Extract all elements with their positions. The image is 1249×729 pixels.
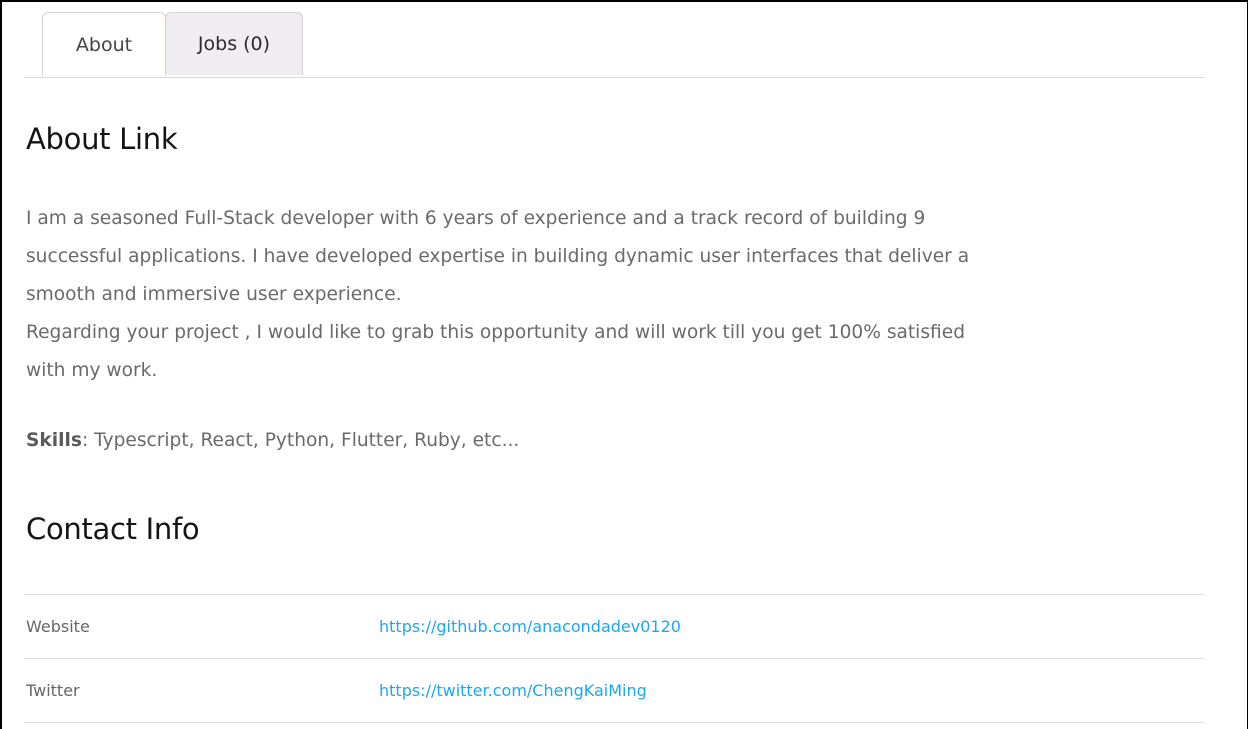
tab-about[interactable]: About: [42, 12, 166, 77]
skills-label: Skills: [26, 430, 82, 451]
contact-table: Website https://github.com/anacondadev01…: [24, 594, 1204, 723]
contact-row-website: Website https://github.com/anacondadev01…: [24, 594, 1204, 659]
skills-value: : Typescript, React, Python, Flutter, Ru…: [81, 430, 520, 451]
contact-label: Website: [26, 617, 90, 636]
about-bio: I am a seasoned Full-Stack developer wit…: [26, 200, 1206, 390]
website-link[interactable]: https://github.com/anacondadev0120: [379, 617, 681, 636]
page-frame: About Jobs (0) About Link I am a seasone…: [0, 0, 1248, 729]
twitter-link[interactable]: https://twitter.com/ChengKaiMing: [379, 681, 647, 700]
bio-line: with my work.: [26, 360, 158, 381]
tab-jobs[interactable]: Jobs (0): [165, 12, 303, 75]
skills-line: Skills: Typescript, React, Python, Flutt…: [26, 430, 519, 451]
contact-value-cell: https://twitter.com/ChengKaiMing: [378, 659, 1204, 723]
contact-heading: Contact Info: [26, 512, 200, 546]
contact-value-cell: https://github.com/anacondadev0120: [378, 595, 1204, 659]
bio-line: successful applications. I have develope…: [26, 246, 970, 267]
contact-label: Twitter: [26, 681, 80, 700]
contact-row-twitter: Twitter https://twitter.com/ChengKaiMing: [24, 658, 1204, 723]
bio-line: smooth and immersive user experience.: [26, 284, 402, 305]
bio-line: Regarding your project , I would like to…: [26, 322, 965, 343]
bio-line: I am a seasoned Full-Stack developer wit…: [26, 208, 926, 229]
profile-tab-bar: About Jobs (0): [24, 12, 1204, 78]
about-heading: About Link: [26, 122, 178, 156]
